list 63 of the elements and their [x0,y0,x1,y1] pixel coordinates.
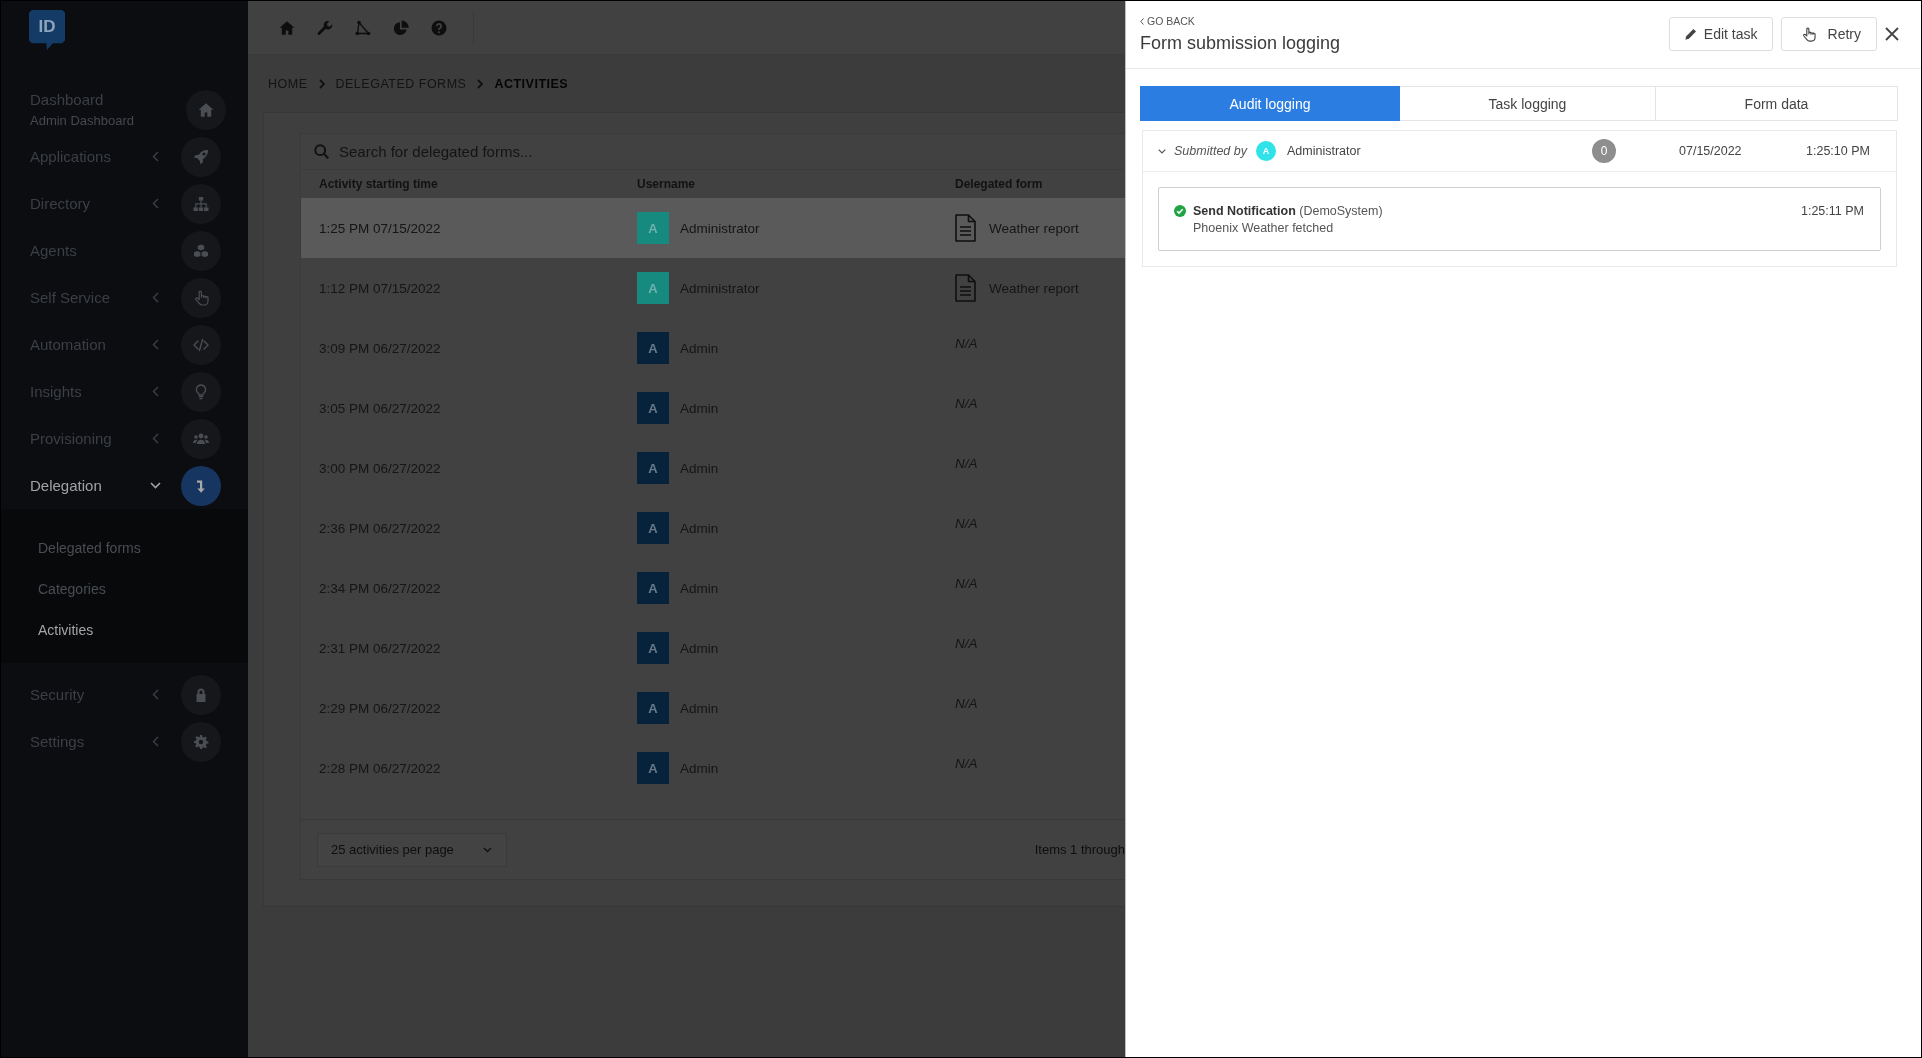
cubes-icon [181,230,221,271]
entry-time: 1:25:11 PM [1801,204,1864,218]
user-avatar: A [637,392,669,424]
user-avatar: A [637,512,669,544]
form-name: Weather report [989,220,1079,236]
home-icon[interactable] [279,19,295,36]
tab[interactable]: Audit logging [1140,86,1400,121]
tab[interactable]: Form data [1656,86,1898,121]
chevron-right-icon [477,78,484,89]
sidebar-item-subtitle: Admin Dashboard [30,113,135,128]
code-icon [181,324,221,365]
submenu-item[interactable]: Delegated forms [1,527,141,568]
table-cell: 1:25 PM 07/15/2022 [319,220,441,236]
user-avatar: A [637,332,669,364]
pie-chart-icon[interactable] [393,19,409,36]
lock-icon [181,674,221,715]
entry-message: Phoenix Weather fetched [1193,221,1335,235]
retry-button[interactable]: Retry [1780,17,1877,51]
chevron-left-icon [1140,17,1144,25]
chevron-down-icon [483,846,492,853]
entry-source: (DemoSystem) [1299,204,1383,218]
user-avatar: A [637,572,669,604]
user-avatar: A [637,272,669,304]
user-avatar: A [637,452,669,484]
user-avatar: A [637,212,669,244]
user-avatar: A [1255,141,1276,161]
username: Administrator [680,220,760,236]
user-avatar: A [637,692,669,724]
logo[interactable]: ID [29,10,65,50]
search-icon [314,144,329,159]
chevron-right-icon [318,78,325,89]
users-icon [181,418,221,459]
submenu-item[interactable]: Activities [1,609,94,650]
table-row[interactable]: 1:25 PM 07/15/2022 A Administrator Weather report [301,198,1125,258]
help-icon[interactable] [431,19,447,36]
submission-date: 07/15/2022 [1679,144,1743,158]
pointing-hand-icon [1800,26,1816,42]
pointing-hand-icon [181,277,221,318]
submenu-item[interactable]: Categories [1,568,106,609]
submitted-by-label: Submitted by [1174,144,1247,158]
rocket-icon [181,136,221,177]
entry-title: Send Notification [1193,204,1296,218]
tab[interactable]: Task logging [1400,86,1656,121]
lightbulb-icon [181,371,221,412]
edit-task-button[interactable]: Edit task [1668,17,1773,51]
submission-time: 1:25:10 PM [1806,144,1871,158]
user-avatar: A [637,752,669,784]
breadcrumb-link[interactable]: ACTIVITIES [494,76,569,91]
pencil-icon [1683,27,1697,41]
close-icon[interactable] [1885,27,1899,41]
chevron-down-icon[interactable] [1158,148,1166,154]
username: Administrator [1286,144,1361,158]
count-badge: 0 [1592,139,1616,163]
wrench-icon[interactable] [317,19,333,36]
back-link[interactable]: GO BACK [1140,15,1195,27]
vector-nodes-icon[interactable] [355,19,371,36]
user-avatar: A [637,632,669,664]
gear-icon [181,721,221,762]
sitemap-icon [181,183,221,224]
document-icon [955,214,976,242]
panel-title: Form submission logging [1140,33,1341,54]
sidebar-item[interactable]: Delegation [1,462,248,509]
document-icon [955,274,976,302]
